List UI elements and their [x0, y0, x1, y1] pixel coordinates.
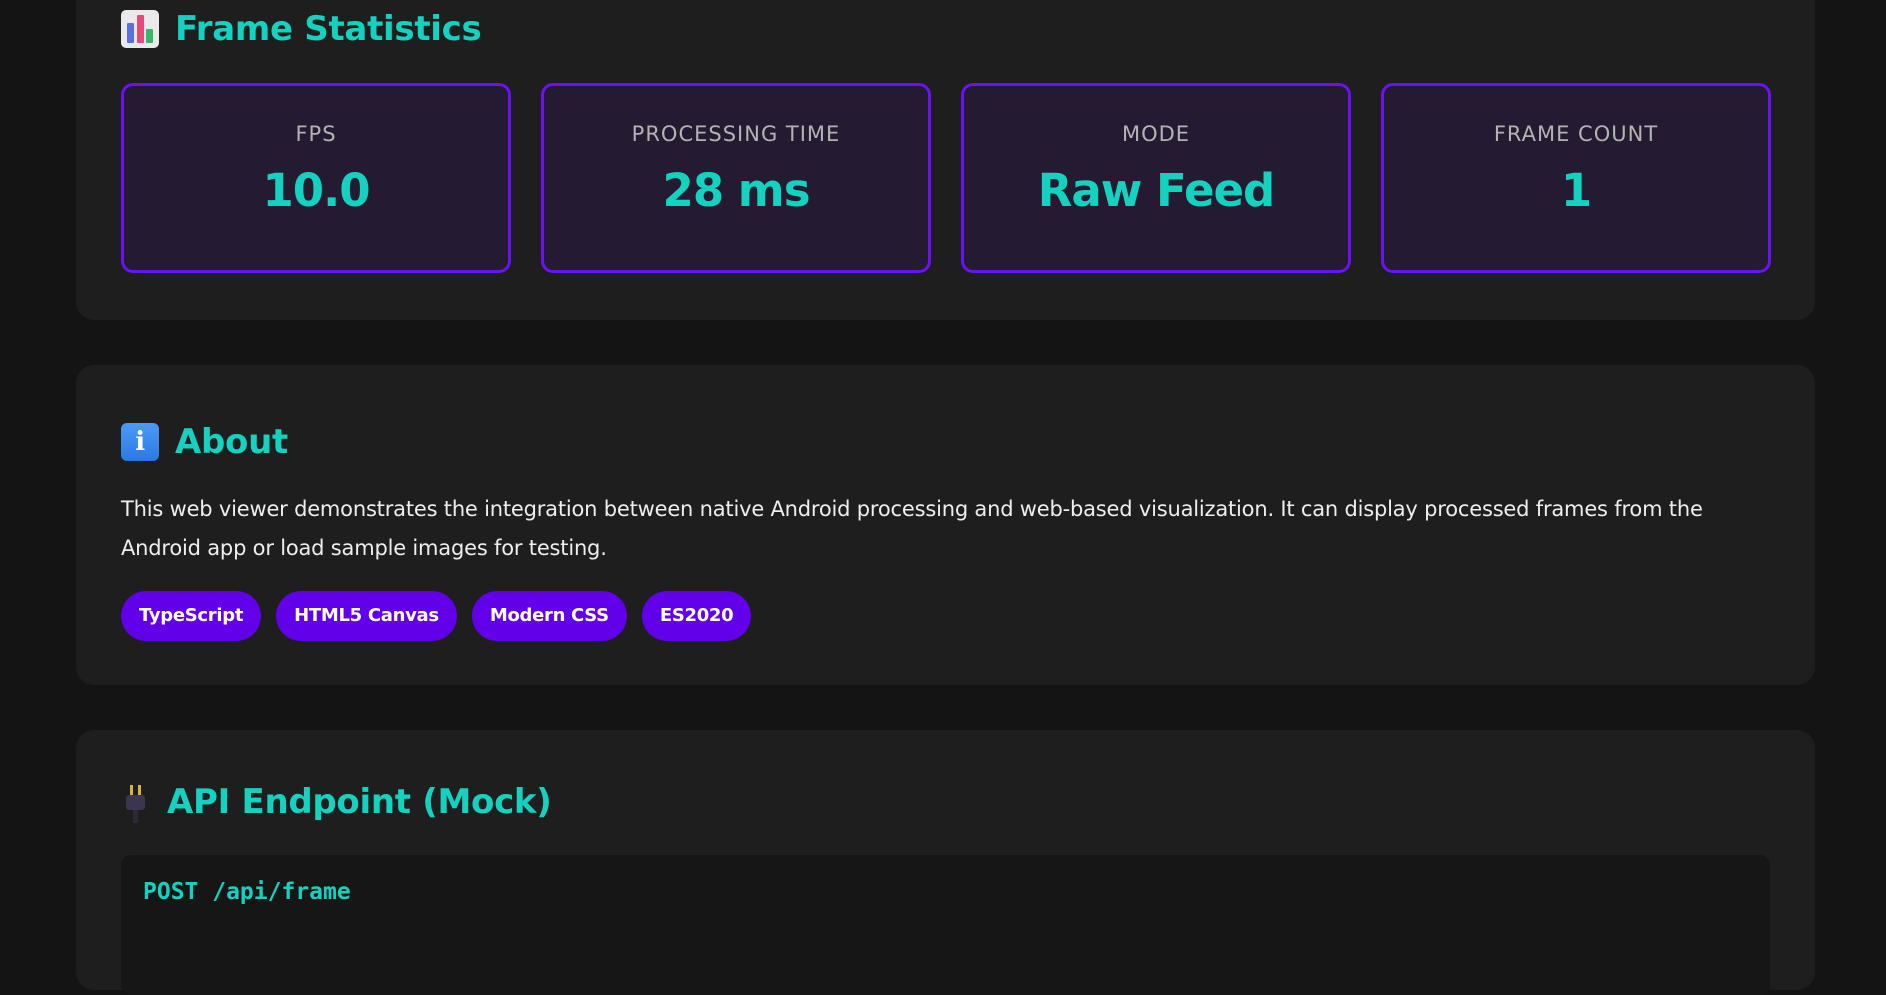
code-line: POST /api/frame [143, 879, 351, 905]
stat-processing-time: PROCESSING TIME 28 ms [541, 83, 931, 273]
stat-label: PROCESSING TIME [631, 122, 841, 146]
about-card: i About This web viewer demonstrates the… [76, 365, 1815, 685]
api-endpoint-title-text: API Endpoint (Mock) [167, 782, 552, 822]
tag-typescript: TypeScript [121, 591, 262, 641]
stat-frame-count: FRAME COUNT 1 [1381, 83, 1771, 273]
frame-statistics-card: Frame Statistics FPS 10.0 PROCESSING TIM… [76, 0, 1815, 320]
tag-html5-canvas: HTML5 Canvas [276, 591, 457, 641]
stat-value: 28 ms [662, 164, 811, 217]
about-title-text: About [175, 422, 288, 462]
stat-label: FPS [295, 122, 337, 146]
stat-mode: MODE Raw Feed [961, 83, 1351, 273]
frame-statistics-title: Frame Statistics [121, 9, 482, 49]
stat-value: 10.0 [262, 164, 370, 217]
stat-label: FRAME COUNT [1493, 122, 1659, 146]
bar-chart-icon [121, 10, 159, 48]
code-block: POST /api/frame [121, 855, 1770, 995]
api-endpoint-card: API Endpoint (Mock) POST /api/frame [76, 730, 1815, 995]
about-title: i About [121, 423, 288, 461]
tech-tags: TypeScript HTML5 Canvas Modern CSS ES202… [121, 591, 752, 641]
stat-label: MODE [1121, 122, 1191, 146]
about-description: This web viewer demonstrates the integra… [121, 497, 1703, 560]
tag-es2020: ES2020 [641, 591, 752, 641]
stats-grid: FPS 10.0 PROCESSING TIME 28 ms MODE Raw … [121, 83, 1771, 273]
plug-icon [121, 783, 151, 823]
stat-value: Raw Feed [1037, 164, 1275, 217]
info-icon: i [121, 423, 159, 461]
tag-modern-css: Modern CSS [471, 591, 627, 641]
stat-value: 1 [1560, 164, 1592, 217]
api-endpoint-title: API Endpoint (Mock) [121, 782, 552, 823]
stat-fps: FPS 10.0 [121, 83, 511, 273]
frame-statistics-title-text: Frame Statistics [175, 9, 482, 49]
